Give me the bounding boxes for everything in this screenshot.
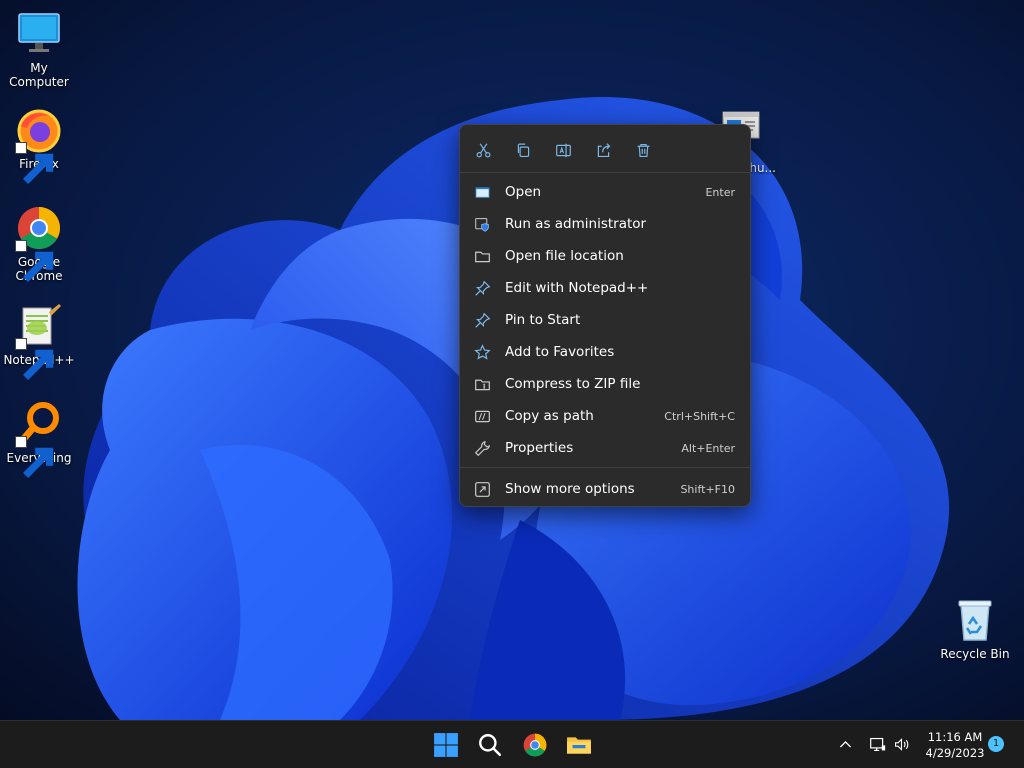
desktop-icon-notepad-plus-plus[interactable]: Notepad++ [0, 302, 78, 380]
cut-icon [476, 142, 490, 157]
file-explorer-icon [567, 737, 591, 754]
desktop-icon-google-chrome[interactable]: Google Chrome [0, 204, 78, 283]
menu-item-open-file-location[interactable]: Open file location [465, 241, 745, 271]
taskbar-chrome-button[interactable] [519, 729, 551, 761]
chrome-icon [15, 204, 63, 282]
menu-item-pin-to-start[interactable]: Pin to Start [465, 305, 745, 335]
desktop-icon-recycle-bin[interactable]: Recycle Bin [936, 596, 1014, 661]
tray-chevron-button[interactable] [834, 733, 856, 755]
shortcut-arrow-icon [15, 338, 54, 380]
tray-network-button[interactable] [866, 733, 888, 755]
star-icon [473, 343, 491, 361]
taskbar-file-explorer-button[interactable] [563, 729, 595, 761]
open-icon [473, 183, 491, 201]
taskbar-start-button[interactable] [430, 729, 462, 761]
notepadpp-icon [15, 302, 63, 380]
notification-badge[interactable]: 1 [988, 736, 1004, 752]
menu-item-run-as-administrator[interactable]: Run as administrator [465, 209, 745, 239]
menu-item-compress-to-zip-file[interactable]: Compress to ZIP file [465, 369, 745, 399]
path-icon [473, 407, 491, 425]
taskbar: 11:16 AM 4/29/2023 [0, 720, 1024, 768]
menu-item-edit-with-notepad-plus-plus[interactable]: Edit with Notepad++ [465, 273, 745, 303]
share-icon [597, 142, 610, 157]
pin-icon [473, 279, 491, 297]
menu-separator [460, 172, 750, 173]
desktop-icon-everything[interactable]: Everything [0, 400, 78, 478]
rename-button[interactable] [548, 135, 578, 165]
more-options-icon [473, 480, 491, 498]
menu-item-add-to-favorites[interactable]: Add to Favorites [465, 337, 745, 367]
menu-item-properties[interactable]: Properties Alt+Enter [465, 433, 745, 463]
firefox-icon [15, 106, 63, 184]
clock-time: 11:16 AM [927, 730, 983, 744]
windows-start-icon [434, 733, 458, 757]
volume-icon [894, 737, 908, 751]
delete-icon [637, 143, 649, 157]
menu-item-open[interactable]: Open Enter [465, 177, 745, 207]
pin-icon [473, 311, 491, 329]
share-button[interactable] [588, 135, 618, 165]
taskbar-clock[interactable]: 11:16 AM 4/29/2023 [918, 729, 992, 761]
tray-volume-button[interactable] [890, 733, 912, 755]
chevron-up-icon [839, 740, 851, 748]
folder-icon [473, 247, 491, 265]
clock-date: 4/29/2023 [925, 746, 985, 760]
desktop-icon-firefox[interactable]: Firefox [0, 106, 78, 184]
search-icon [479, 734, 502, 757]
recycle-bin-icon [951, 596, 999, 644]
taskbar-search-button[interactable] [474, 729, 506, 761]
shortcut-arrow-icon [15, 436, 54, 478]
chrome-icon [523, 733, 547, 757]
shield-icon [473, 215, 491, 233]
context-menu-toolbar [468, 135, 668, 165]
delete-button[interactable] [628, 135, 658, 165]
network-icon [869, 737, 885, 751]
shortcut-arrow-icon [15, 240, 54, 282]
copy-icon [517, 143, 529, 157]
desktop-icon-label: Recycle Bin [940, 647, 1010, 661]
zip-icon [473, 375, 491, 393]
everything-icon [15, 400, 63, 478]
desktop-icon-my-computer[interactable]: My Computer [0, 10, 78, 89]
rename-icon [555, 143, 571, 157]
wrench-icon [473, 439, 491, 457]
menu-item-show-more-options[interactable]: Show more options Shift+F10 [465, 474, 745, 504]
context-menu: Open Enter Run as administrator Open fil… [459, 124, 751, 507]
menu-separator [460, 467, 750, 468]
menu-item-copy-as-path[interactable]: Copy as path Ctrl+Shift+C [465, 401, 745, 431]
cut-button[interactable] [468, 135, 498, 165]
monitor-icon [15, 10, 63, 58]
copy-button[interactable] [508, 135, 538, 165]
desktop-icon-label: My Computer [9, 61, 69, 89]
shortcut-arrow-icon [15, 142, 54, 184]
